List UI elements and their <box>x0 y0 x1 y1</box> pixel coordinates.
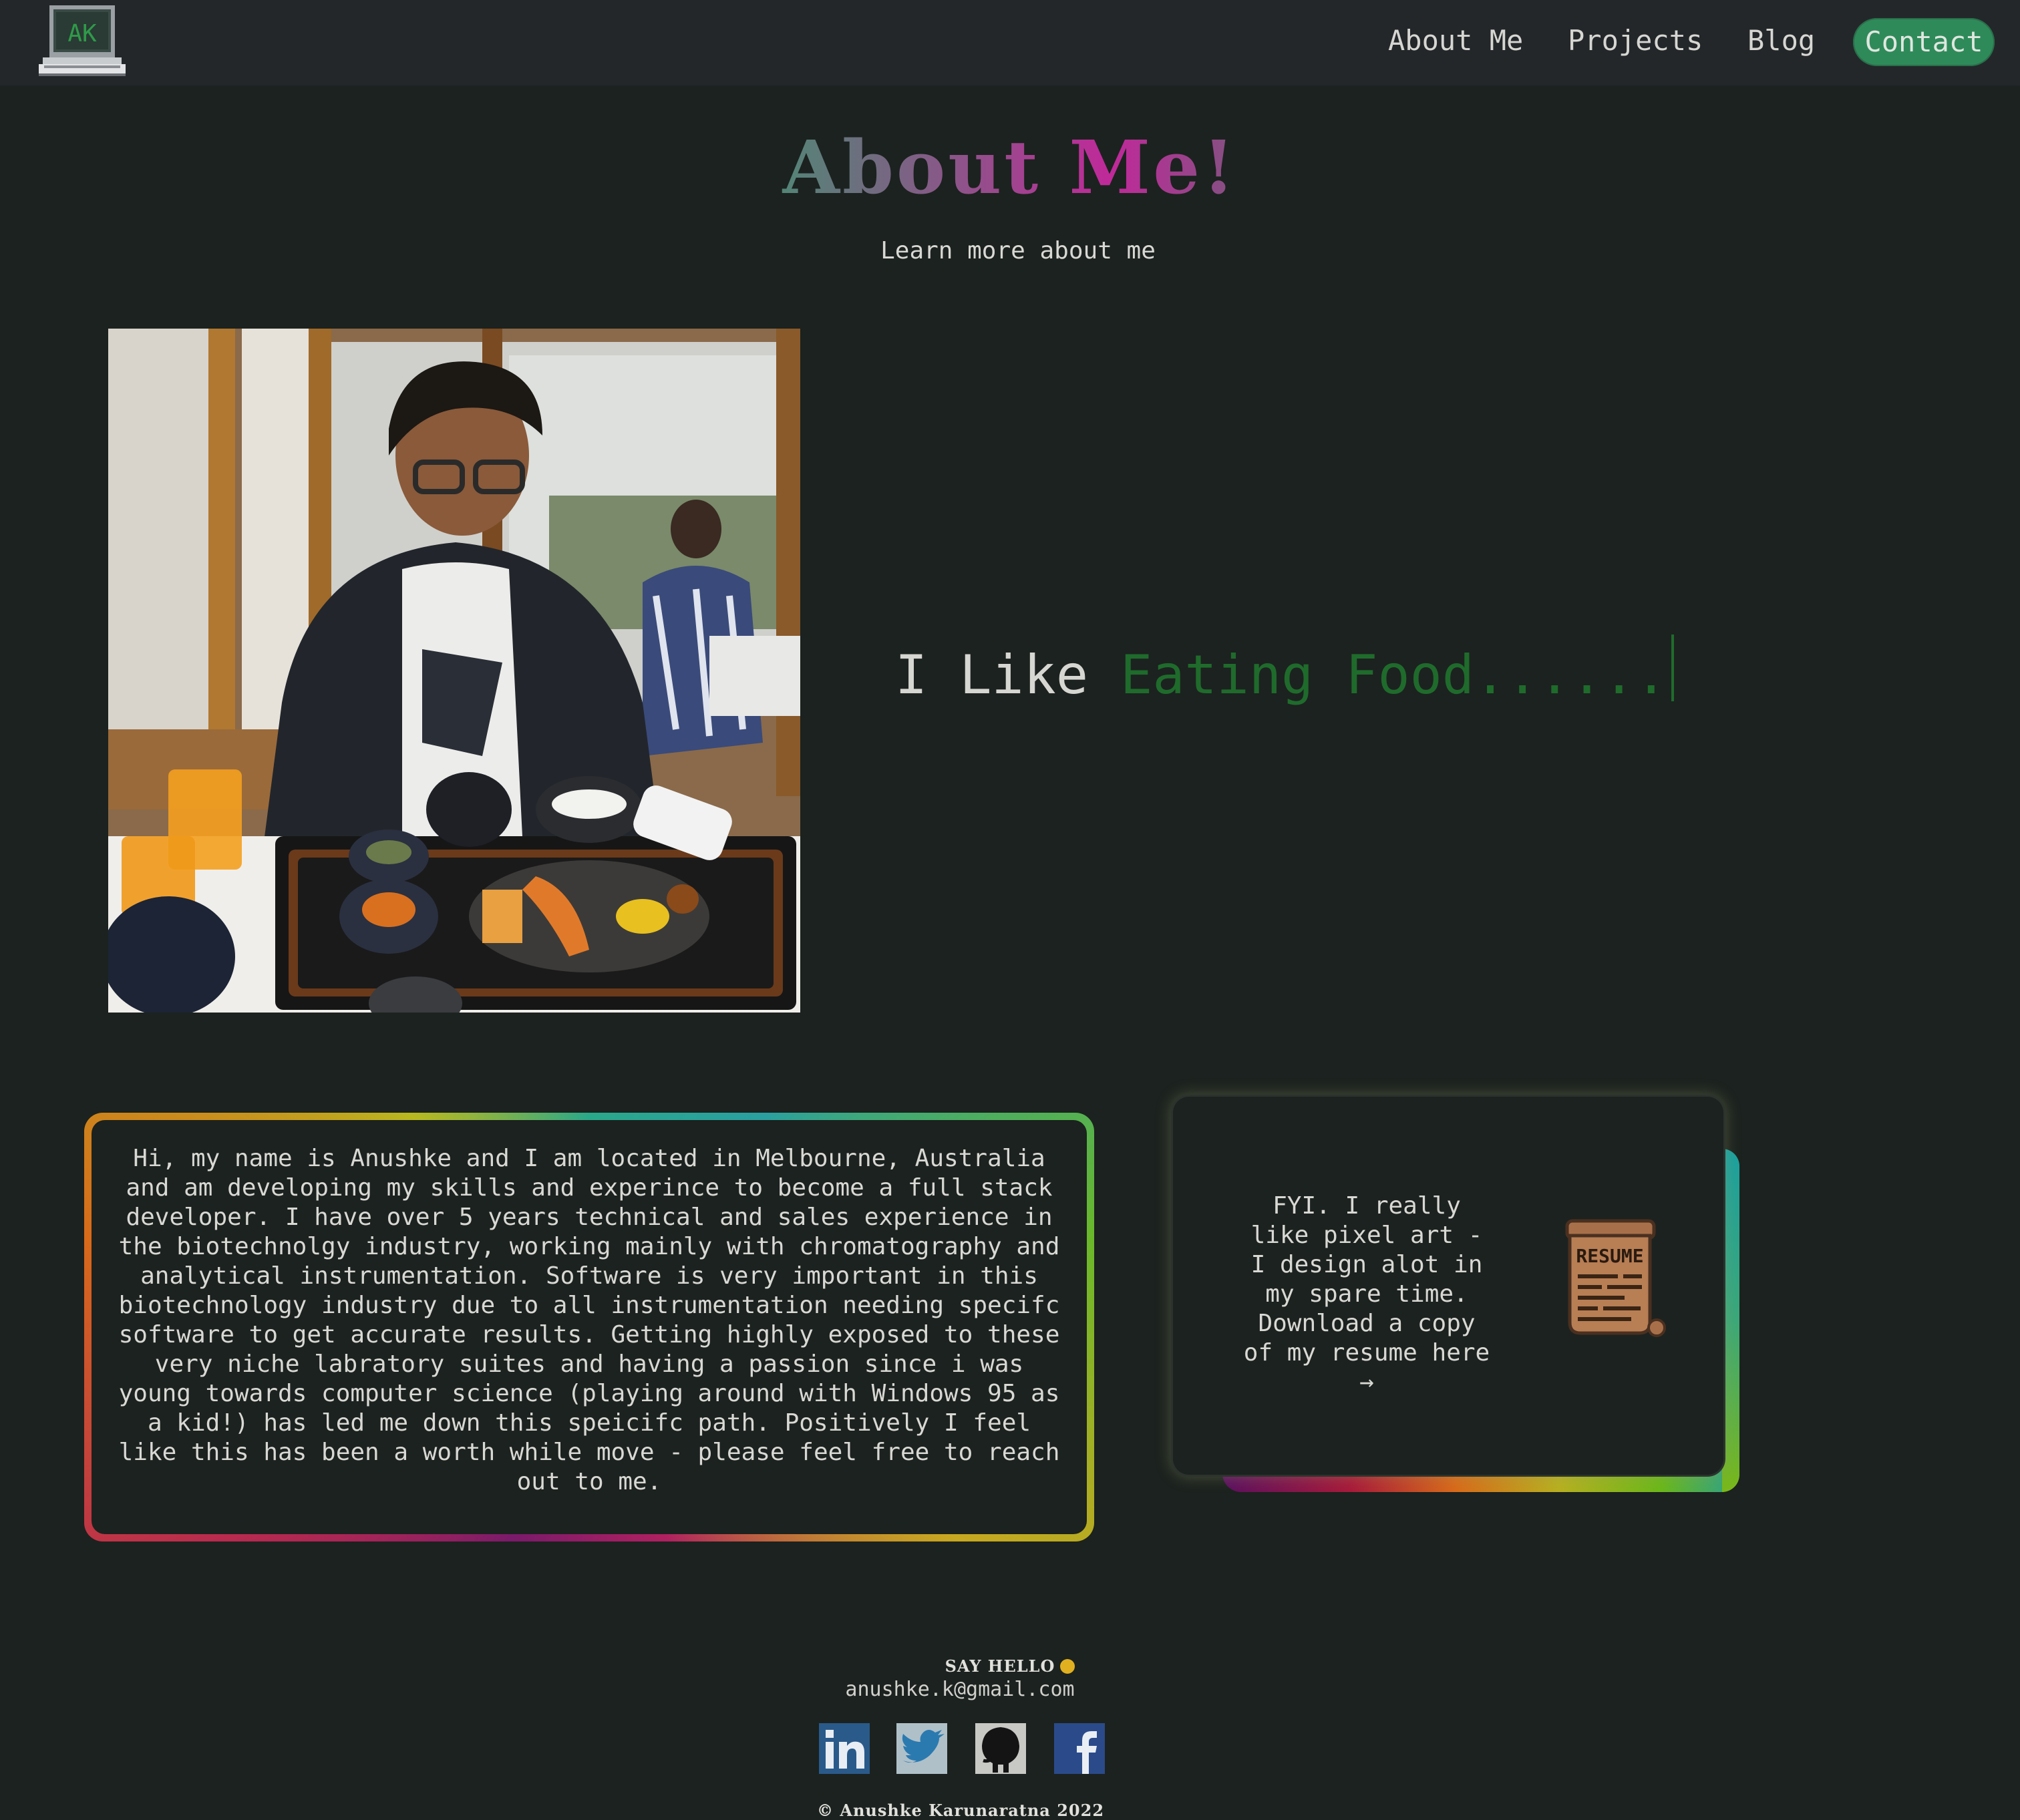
bio-card-inner: Hi, my name is Anushke and I am located … <box>92 1120 1087 1534</box>
page-subtitle: Learn more about me <box>880 237 1156 264</box>
smile-icon <box>1060 1659 1075 1674</box>
logo-computer-icon[interactable]: AK <box>39 4 126 77</box>
page-title: About Me! <box>0 124 2020 210</box>
typing-static-text: I Like <box>895 644 1121 706</box>
contact-button[interactable]: Contact <box>1853 18 1995 66</box>
profile-photo <box>108 329 800 1013</box>
typing-caret <box>1671 634 1674 701</box>
typing-headline: I Like Eating Food...... <box>895 634 1674 706</box>
svg-text:RESUME: RESUME <box>1576 1245 1643 1267</box>
svg-text:AK: AK <box>67 20 97 47</box>
top-nav: AK About Me Projects Blog Contact <box>0 0 2020 85</box>
social-links <box>816 1720 1108 1777</box>
resume-text: FYI. I really like pixel art - I design … <box>1243 1192 1490 1396</box>
typing-rotating-text: Eating Food...... <box>1120 644 1667 706</box>
bio-card: Hi, my name is Anushke and I am located … <box>84 1113 1094 1541</box>
nav-link-about-me[interactable]: About Me <box>1388 24 1523 57</box>
copyright-text: © Anushke Karunaratna 2022 <box>816 1801 1105 1820</box>
nav-link-blog[interactable]: Blog <box>1747 24 1815 57</box>
github-icon[interactable] <box>973 1720 1029 1777</box>
facebook-icon[interactable] <box>1051 1720 1108 1777</box>
resume-scroll-icon[interactable]: RESUME <box>1556 1216 1670 1342</box>
linkedin-icon[interactable] <box>816 1720 872 1777</box>
twitter-icon[interactable] <box>894 1720 950 1777</box>
footer-email-link[interactable]: anushke.k@gmail.com <box>0 1678 1920 1701</box>
say-hello-text: SAY HELLO <box>945 1656 1055 1676</box>
nav-link-projects[interactable]: Projects <box>1568 24 1703 57</box>
resume-card[interactable]: FYI. I really like pixel art - I design … <box>1173 1097 1723 1475</box>
bio-text: Hi, my name is Anushke and I am located … <box>118 1145 1060 1495</box>
say-hello-label: SAY HELLO <box>0 1656 2020 1676</box>
